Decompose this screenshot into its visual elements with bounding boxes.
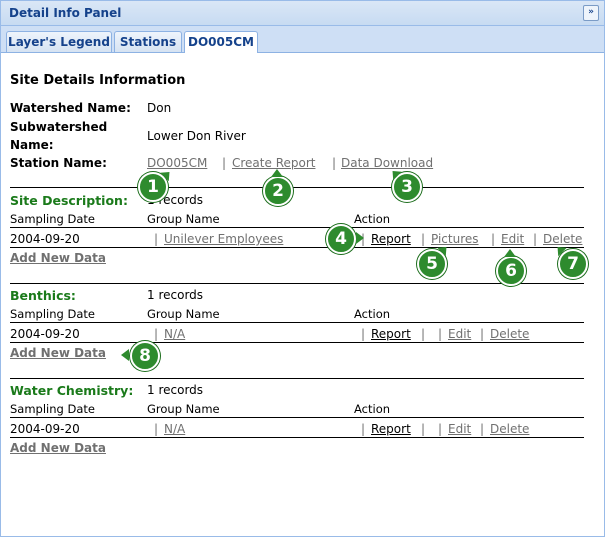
separator: |	[421, 327, 426, 341]
divider	[10, 378, 584, 379]
separator: |	[154, 232, 159, 246]
group-name-link[interactable]: N/A	[164, 327, 185, 341]
callout-badge-7: 7	[558, 249, 588, 279]
subwatershed-label: Subwatershed	[10, 120, 108, 134]
column-header-group: Group Name	[147, 402, 220, 416]
subwatershed-label-2: Name:	[10, 138, 54, 152]
separator: |	[421, 232, 426, 246]
divider	[10, 322, 584, 323]
divider	[10, 417, 584, 418]
records-count: 1 records	[147, 288, 204, 302]
column-header-action: Action	[354, 212, 391, 226]
column-header-date: Sampling Date	[10, 402, 95, 416]
separator: |	[154, 327, 159, 341]
create-report-link[interactable]: Create Report	[232, 156, 315, 170]
column-header-action: Action	[354, 402, 391, 416]
report-link[interactable]: Report	[371, 327, 411, 341]
records-count: 1 records	[147, 383, 204, 397]
callout-pointer-icon	[271, 169, 283, 177]
station-link[interactable]: DO005CM	[147, 156, 207, 170]
data-download-link[interactable]: Data Download	[341, 156, 433, 170]
callout-badge-6: 6	[496, 256, 526, 286]
station-label: Station Name:	[10, 156, 107, 170]
divider	[10, 227, 584, 228]
panel-titlebar: Detail Info Panel »	[1, 1, 604, 26]
separator: |	[480, 327, 485, 341]
separator: |	[361, 422, 366, 436]
tab-layers-legend[interactable]: Layer's Legend	[6, 31, 112, 52]
add-new-data-link[interactable]: Add New Data	[10, 251, 106, 265]
callout-pointer-icon	[504, 249, 516, 257]
subwatershed-value: Lower Don River	[147, 129, 246, 143]
separator: |	[421, 422, 426, 436]
tab-do005cm[interactable]: DO005CM	[184, 31, 258, 53]
sampling-date: 2004-09-20	[10, 422, 80, 436]
separator: |	[438, 327, 443, 341]
separator: |	[361, 327, 366, 341]
divider	[10, 283, 584, 284]
watershed-value: Don	[147, 101, 172, 115]
group-name-link[interactable]: N/A	[164, 422, 185, 436]
add-new-data-link[interactable]: Add New Data	[10, 441, 106, 455]
section-title-site-description: Site Description:	[10, 193, 128, 208]
delete-link[interactable]: Delete	[490, 422, 529, 436]
column-header-group: Group Name	[147, 307, 220, 321]
tab-stations[interactable]: Stations	[114, 31, 182, 52]
sampling-date: 2004-09-20	[10, 232, 80, 246]
separator: |	[438, 422, 443, 436]
edit-link[interactable]: Edit	[448, 422, 471, 436]
separator: |	[154, 422, 159, 436]
add-new-data-link[interactable]: Add New Data	[10, 346, 106, 360]
callout-pointer-icon	[356, 232, 364, 244]
detail-info-panel: Detail Info Panel » Layer's Legend Stati…	[0, 0, 605, 537]
separator: |	[480, 422, 485, 436]
divider	[10, 187, 584, 188]
site-details-content: Site Details Information Watershed Name:…	[1, 53, 604, 536]
separator: |	[533, 232, 538, 246]
column-header-group: Group Name	[147, 212, 220, 226]
separator: |	[222, 156, 227, 170]
callout-badge-8: 8	[130, 341, 160, 371]
column-header-action: Action	[354, 307, 391, 321]
column-header-date: Sampling Date	[10, 307, 95, 321]
separator: |	[491, 232, 496, 246]
page-title: Site Details Information	[10, 73, 186, 88]
report-link[interactable]: Report	[371, 232, 411, 246]
separator: |	[332, 156, 337, 170]
column-header-date: Sampling Date	[10, 212, 95, 226]
report-link[interactable]: Report	[371, 422, 411, 436]
group-name-link[interactable]: Unilever Employees	[164, 232, 283, 246]
callout-pointer-icon	[121, 349, 129, 361]
callout-badge-2: 2	[263, 176, 293, 206]
watershed-label: Watershed Name:	[10, 101, 131, 115]
divider	[10, 247, 584, 248]
sampling-date: 2004-09-20	[10, 327, 80, 341]
callout-badge-4: 4	[326, 224, 356, 254]
section-title-benthics: Benthics:	[10, 288, 76, 303]
pictures-link[interactable]: Pictures	[431, 232, 479, 246]
section-title-water-chemistry: Water Chemistry:	[10, 383, 134, 398]
edit-link[interactable]: Edit	[448, 327, 471, 341]
divider	[10, 342, 584, 343]
collapse-icon[interactable]: »	[583, 5, 599, 21]
divider	[10, 437, 584, 438]
delete-link[interactable]: Delete	[490, 327, 529, 341]
edit-link[interactable]: Edit	[501, 232, 524, 246]
panel-title: Detail Info Panel	[9, 6, 122, 20]
tab-strip: Layer's Legend Stations DO005CM	[1, 26, 604, 53]
